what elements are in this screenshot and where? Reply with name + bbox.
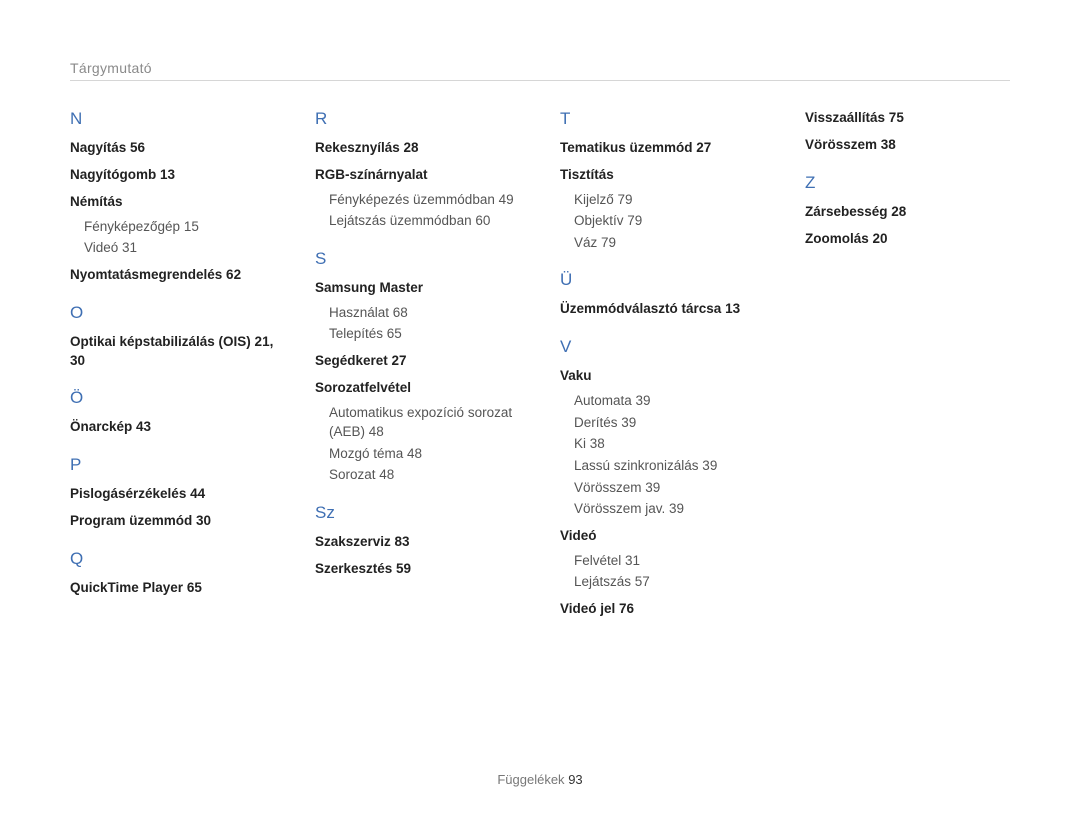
section-letter: N — [70, 109, 275, 129]
index-subentry[interactable]: Mozgó téma 48 — [329, 444, 520, 464]
index-entry: Program üzemmód 30 — [70, 512, 275, 531]
index-column: N Nagyítás 56 Nagyítógomb 13 Némítás Fénykép… — [70, 109, 275, 627]
index-entry-title[interactable]: Videó — [560, 527, 765, 546]
section-letter: Sz — [315, 503, 520, 523]
page-footer: Függelékek 93 — [0, 772, 1080, 787]
index-entry: Tisztítás Kijelző 79Objektív 79Váz 79 — [560, 166, 765, 253]
index-entry: Üzemmódválasztó tárcsa 13 — [560, 300, 765, 319]
index-subentry[interactable]: Lejátszás 57 — [574, 572, 765, 592]
index-entry: Videó jel 76 — [560, 600, 765, 619]
section-letter: Ö — [70, 388, 275, 408]
index-entry: Pislogásérzékelés 44 — [70, 485, 275, 504]
index-column: R Rekesznyílás 28 RGB-színárnyalat Fényképe… — [315, 109, 520, 627]
index-entry-title[interactable]: Nyomtatásmegrendelés 62 — [70, 266, 275, 285]
footer-page-number: 93 — [568, 772, 582, 787]
index-subentry[interactable]: Lassú szinkronizálás 39 — [574, 456, 765, 476]
index-subentry[interactable]: Kijelző 79 — [574, 190, 765, 210]
section-letter: Ü — [560, 270, 765, 290]
index-subentry[interactable]: Váz 79 — [574, 233, 765, 253]
index-entry-title[interactable]: Videó jel 76 — [560, 600, 765, 619]
index-subentry[interactable]: Lejátszás üzemmódban 60 — [329, 211, 520, 231]
index-entry-title[interactable]: Vaku — [560, 367, 765, 386]
index-columns: N Nagyítás 56 Nagyítógomb 13 Némítás Fénykép… — [70, 109, 1010, 627]
section-letter: T — [560, 109, 765, 129]
index-entry: RGB-színárnyalat Fényképezés üzemmódban 4… — [315, 166, 520, 231]
index-subentry[interactable]: Fényképezés üzemmódban 49 — [329, 190, 520, 210]
index-entry: Zársebesség 28 — [805, 203, 1010, 222]
index-entry-title[interactable]: Önarckép 43 — [70, 418, 275, 437]
index-entry: Tematikus üzemmód 27 — [560, 139, 765, 158]
index-entry: Segédkeret 27 — [315, 352, 520, 371]
index-subentry[interactable]: Fényképezőgép 15 — [84, 217, 275, 237]
index-entry: Videó Felvétel 31Lejátszás 57 — [560, 527, 765, 592]
index-subentry[interactable]: Sorozat 48 — [329, 465, 520, 485]
section-letter: S — [315, 249, 520, 269]
index-subentry[interactable]: Telepítés 65 — [329, 324, 520, 344]
index-entry-title[interactable]: RGB-színárnyalat — [315, 166, 520, 185]
section-letter: Z — [805, 173, 1010, 193]
index-entry-title[interactable]: Rekesznyílás 28 — [315, 139, 520, 158]
index-entry: Sorozatfelvétel Automatikus expozíció sor… — [315, 379, 520, 485]
index-entry-title[interactable]: QuickTime Player 65 — [70, 579, 275, 598]
footer-label: Függelékek — [497, 772, 564, 787]
index-entry: Nagyítógomb 13 — [70, 166, 275, 185]
index-entry-title[interactable]: Vörösszem 38 — [805, 136, 1010, 155]
index-entry-title[interactable]: Nagyítás 56 — [70, 139, 275, 158]
index-entry: Vaku Automata 39Derítés 39Ki 38Lassú szin… — [560, 367, 765, 518]
index-entry: Szerkesztés 59 — [315, 560, 520, 579]
index-entry: Nagyítás 56 — [70, 139, 275, 158]
index-entry: QuickTime Player 65 — [70, 579, 275, 598]
index-subentry[interactable]: Vörösszem jav. 39 — [574, 499, 765, 519]
index-entry: Visszaállítás 75 — [805, 109, 1010, 128]
section-letter: Q — [70, 549, 275, 569]
index-subentry[interactable]: Automata 39 — [574, 391, 765, 411]
index-entry: Zoomolás 20 — [805, 230, 1010, 249]
index-entry-title[interactable]: Sorozatfelvétel — [315, 379, 520, 398]
index-entry-title[interactable]: Optikai képstabilizálás (OIS) 21, 30 — [70, 333, 275, 371]
index-entry: Önarckép 43 — [70, 418, 275, 437]
index-entry: Rekesznyílás 28 — [315, 139, 520, 158]
index-subentry[interactable]: Használat 68 — [329, 303, 520, 323]
index-entry-title[interactable]: Tematikus üzemmód 27 — [560, 139, 765, 158]
index-entry-title[interactable]: Samsung Master — [315, 279, 520, 298]
index-entry: Optikai képstabilizálás (OIS) 21, 30 — [70, 333, 275, 371]
index-entry-title[interactable]: Visszaállítás 75 — [805, 109, 1010, 128]
index-subentry[interactable]: Automatikus expozíció sorozat (AEB) 48 — [329, 403, 520, 442]
section-letter: V — [560, 337, 765, 357]
index-entry-title[interactable]: Szerkesztés 59 — [315, 560, 520, 579]
index-entry-title[interactable]: Tisztítás — [560, 166, 765, 185]
index-entry: Szakszerviz 83 — [315, 533, 520, 552]
index-entry: Némítás Fényképezőgép 15Videó 31 — [70, 193, 275, 258]
breadcrumb: Tárgymutató — [70, 60, 1010, 81]
index-entry: Nyomtatásmegrendelés 62 — [70, 266, 275, 285]
index-entry-title[interactable]: Üzemmódválasztó tárcsa 13 — [560, 300, 765, 319]
index-entry-title[interactable]: Nagyítógomb 13 — [70, 166, 275, 185]
section-letter: R — [315, 109, 520, 129]
index-entry-title[interactable]: Zoomolás 20 — [805, 230, 1010, 249]
index-entry-title[interactable]: Szakszerviz 83 — [315, 533, 520, 552]
index-subentry[interactable]: Objektív 79 — [574, 211, 765, 231]
index-subentry[interactable]: Derítés 39 — [574, 413, 765, 433]
index-entry-title[interactable]: Program üzemmód 30 — [70, 512, 275, 531]
index-subentry[interactable]: Vörösszem 39 — [574, 478, 765, 498]
index-entry-title[interactable]: Némítás — [70, 193, 275, 212]
index-subentry[interactable]: Videó 31 — [84, 238, 275, 258]
section-letter: O — [70, 303, 275, 323]
index-column: T Tematikus üzemmód 27 Tisztítás Kijelző 79… — [560, 109, 765, 627]
index-entry-title[interactable]: Zársebesség 28 — [805, 203, 1010, 222]
index-column: Visszaállítás 75 Vörösszem 38 Z Zársebesség… — [805, 109, 1010, 627]
index-subentry[interactable]: Ki 38 — [574, 434, 765, 454]
index-subentry[interactable]: Felvétel 31 — [574, 551, 765, 571]
index-entry: Vörösszem 38 — [805, 136, 1010, 155]
index-entry-title[interactable]: Segédkeret 27 — [315, 352, 520, 371]
index-entry-title[interactable]: Pislogásérzékelés 44 — [70, 485, 275, 504]
index-entry: Samsung Master Használat 68Telepítés 65 — [315, 279, 520, 344]
section-letter: P — [70, 455, 275, 475]
